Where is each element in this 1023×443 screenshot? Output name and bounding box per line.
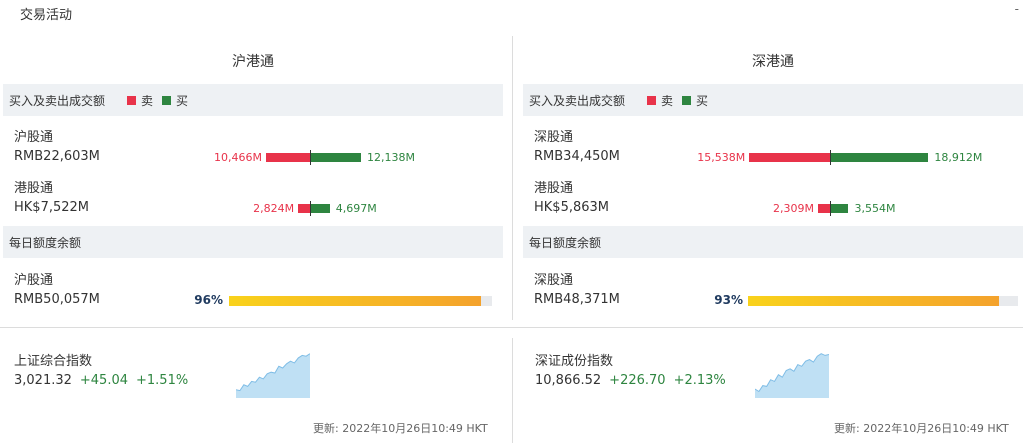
index-value: 3,021.32 [14,373,72,388]
buy-value-label: 3,554M [854,202,896,215]
buy-legend-label: 买 [696,94,709,108]
sell-value-label: 2,309M [773,202,814,215]
sell-value-label: 2,824M [253,202,295,215]
quota-value: RMB50,057M [14,292,100,307]
quota-header: 每日额度余额 [523,226,1023,258]
index-sparkline[interactable] [755,348,829,398]
trade-header: 买入及卖出成交额 卖 买 [3,84,503,116]
sell-bar [266,153,310,162]
buy-swatch [682,96,692,105]
update-timestamp: 更新: 2022年10月26日10:49 HKT [834,422,1009,435]
collapse-dash[interactable]: - [1015,2,1019,16]
panel-title: 沪港通 [232,54,274,70]
sell-swatch [647,96,656,105]
quota-fill [748,296,1000,306]
bar-midline [310,201,311,216]
buy-value-label: 18,912M [934,151,983,164]
index-quote: 3,021.32 +45.04 +1.51% [14,373,188,388]
sell-value-label: 15,538M [697,151,746,164]
row-value: HK$5,863M [534,200,610,215]
panel-title: 深港通 [752,54,794,70]
row-name: 沪股通 [14,130,54,145]
sell-swatch [127,96,136,105]
shanghai-connect-panel: 沪港通 买入及卖出成交额 卖 买 沪股通 RMB22,603M 港股通 HK$7… [3,36,503,320]
trade-legend: 卖 买 [647,92,708,109]
buy-bar [310,153,361,162]
trade-legend: 卖 买 [127,92,188,109]
update-timestamp: 更新: 2022年10月26日10:49 HKT [313,422,488,435]
quota-label: 每日额度余额 [529,236,602,250]
quota-name: 深股通 [534,273,574,288]
buy-bar [830,153,929,162]
quota-fill [229,296,482,306]
row-name: 港股通 [534,181,574,196]
index-change: +45.04 [79,373,128,388]
index-name[interactable]: 上证综合指数 [14,350,92,369]
quota-percent: 93% [714,293,743,307]
sparkline-area [236,353,310,398]
panel-divider [512,36,513,320]
row-name: 港股通 [14,181,54,196]
quota-name: 沪股通 [14,273,54,288]
sell-legend-label: 卖 [141,94,154,108]
row-value: HK$7,522M [14,200,90,215]
quota-bar [229,296,492,306]
trade-label: 买入及卖出成交额 [9,94,106,108]
row-value: RMB34,450M [534,149,620,164]
index-value: 10,866.52 [535,373,602,388]
index-change: +226.70 [609,373,666,388]
trade-header: 买入及卖出成交额 卖 买 [523,84,1023,116]
index-name[interactable]: 深证成份指数 [535,350,613,369]
row-name: 深股通 [534,130,574,145]
bar-midline [830,150,831,165]
index-divider [512,338,513,443]
buy-bar [310,204,330,213]
sell-bar [298,204,310,213]
index-change-percent: +1.51% [136,373,189,388]
quota-header: 每日额度余额 [3,226,503,258]
buy-swatch [162,96,172,105]
quota-bar [748,296,1018,306]
sell-value-label: 10,466M [214,151,263,164]
quota-percent: 96% [194,293,223,307]
quota-value: RMB48,371M [534,292,620,307]
section-divider [0,327,1023,328]
shenzhen-connect-panel: 深港通 买入及卖出成交额 卖 买 深股通 RMB34,450M 港股通 HK$5… [523,36,1023,320]
index-sparkline[interactable] [236,348,310,398]
sparkline-area [755,353,829,398]
row-value: RMB22,603M [14,149,100,164]
index-change-percent: +2.13% [673,373,726,388]
sell-bar [749,153,830,162]
buy-bar [830,204,849,213]
bar-midline [310,150,311,165]
header-title: 交易活动 [20,8,73,23]
buy-legend-label: 买 [176,94,189,108]
sell-bar [817,204,830,213]
bar-midline [830,201,831,216]
buy-value-label: 4,697M [335,202,377,215]
trade-label: 买入及卖出成交额 [529,94,626,108]
buy-value-label: 12,138M [366,151,415,164]
sell-legend-label: 卖 [661,94,674,108]
quota-label: 每日额度余额 [9,236,82,250]
index-quote: 10,866.52 +226.70 +2.13% [535,373,726,388]
